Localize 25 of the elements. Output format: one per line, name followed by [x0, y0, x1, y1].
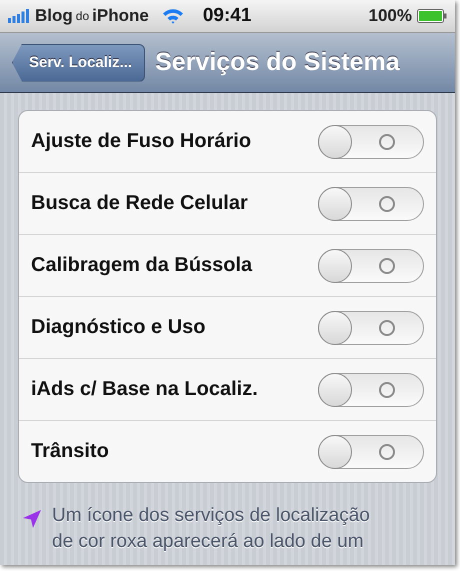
toggle-switch[interactable] — [318, 124, 424, 158]
footer-text: de cor roxa aparecerá ao lado de um — [52, 530, 365, 554]
back-button[interactable]: Serv. Localiz... — [12, 44, 146, 82]
setting-label: Trânsito — [31, 440, 109, 463]
status-time: 09:41 — [202, 5, 252, 27]
page-title: Serviços do Sistema — [155, 48, 400, 77]
toggle-switch[interactable] — [318, 434, 424, 468]
carrier-name: do — [76, 9, 90, 23]
battery-percent: 100% — [368, 6, 412, 26]
setting-label: Diagnóstico e Uso — [31, 316, 206, 339]
toggle-switch[interactable] — [318, 248, 424, 282]
footer-text: Um ícone dos serviços de localização — [52, 504, 370, 528]
toggle-switch[interactable] — [318, 310, 424, 344]
carrier-name: Blog — [35, 6, 73, 26]
battery-icon — [417, 9, 447, 23]
setting-label: Calibragem da Bússola — [31, 254, 252, 277]
setting-label: iAds c/ Base na Localiz. — [31, 378, 258, 401]
setting-label: Busca de Rede Celular — [31, 192, 248, 215]
toggle-switch[interactable] — [318, 186, 424, 220]
wifi-icon — [162, 8, 184, 24]
signal-icon — [8, 9, 30, 23]
toggle-switch[interactable] — [318, 372, 424, 406]
location-arrow-icon — [22, 509, 42, 529]
setting-label: Ajuste de Fuso Horário — [31, 130, 252, 153]
carrier-name: iPhone — [92, 6, 149, 26]
